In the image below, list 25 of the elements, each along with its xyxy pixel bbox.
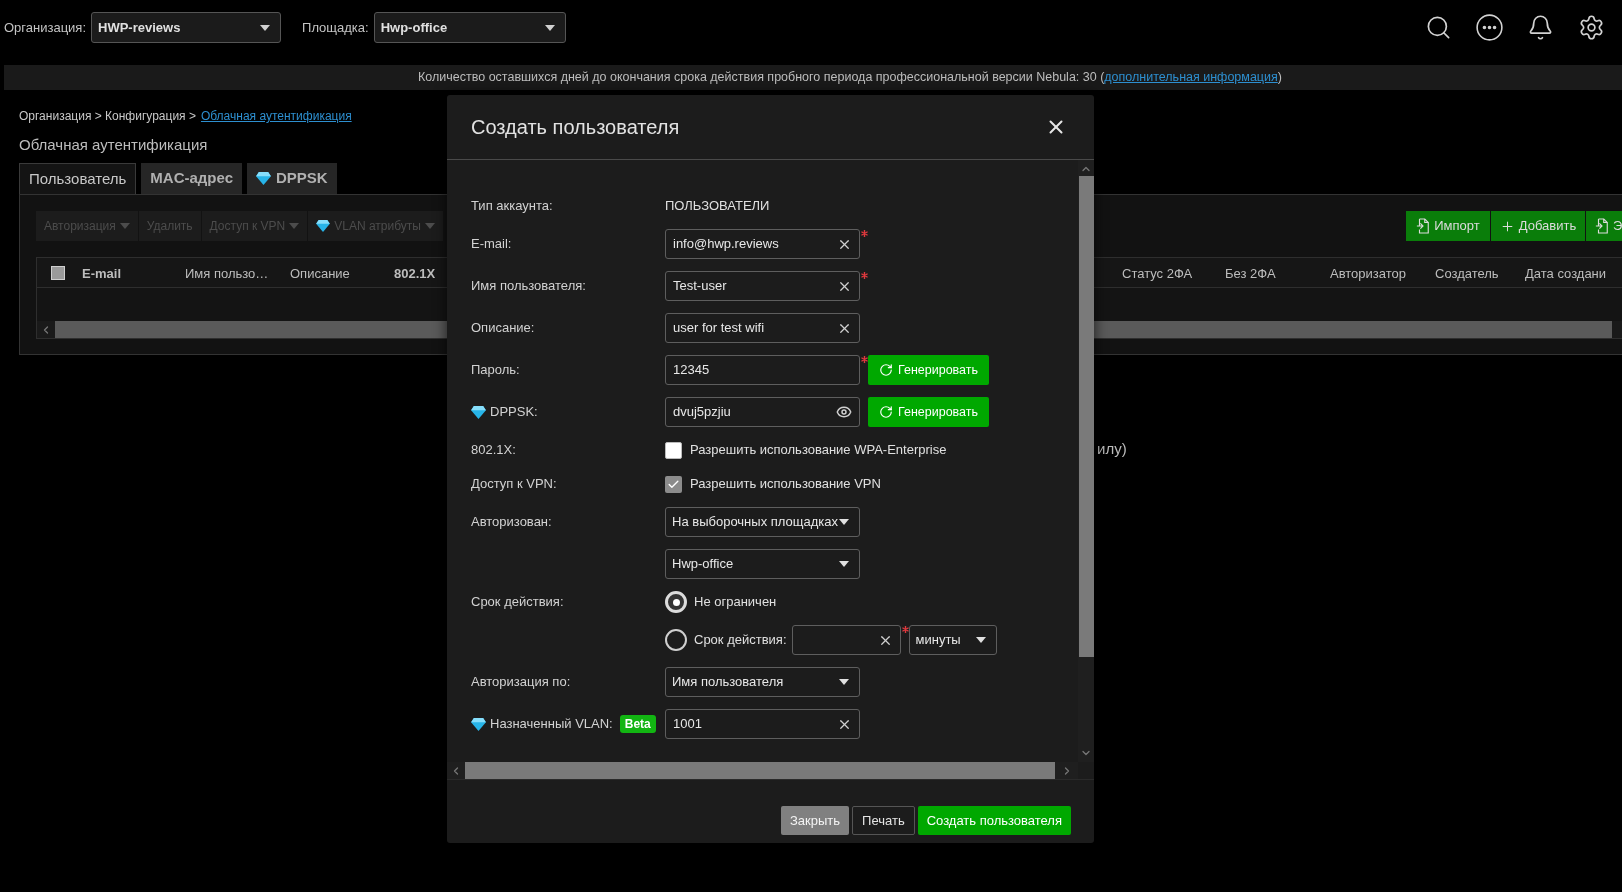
- beta-badge: Beta: [619, 715, 656, 733]
- trial-notice: Количество оставшихся дней до окончания срока действия пробного периода профессиональной версии Nebula: 30 (дополнительная информация): [418, 69, 1282, 87]
- field-label: Имя пользователя:: [471, 277, 586, 296]
- field-label: 802.1X:: [471, 441, 516, 460]
- field-label: DPPSK:: [490, 403, 538, 422]
- checkbox-label: Разрешить использование WPA-Enterprise: [690, 441, 947, 460]
- field-label: Доступ к VPN:: [471, 475, 557, 494]
- radio-label: Срок действия:: [694, 631, 787, 650]
- field-label: Авторизация по:: [471, 673, 571, 692]
- field-label: Описание:: [471, 319, 535, 338]
- field-label: Пароль:: [471, 361, 520, 380]
- dialog-title: Создать пользователя: [471, 115, 680, 140]
- radio-label: Не ограничен: [694, 593, 777, 612]
- organization-label: Организация:: [4, 18, 87, 37]
- field-label: Авторизован:: [471, 513, 552, 532]
- note-text: илу): [1097, 440, 1127, 457]
- checkbox-label: Разрешить использование VPN: [690, 475, 881, 494]
- field-label: Тип аккаунта:: [471, 197, 553, 216]
- site-label: Площадка:: [302, 18, 369, 37]
- page-title: Облачная аутентификация: [19, 135, 209, 155]
- field-label: Назначенный VLAN:: [490, 715, 613, 734]
- breadcrumb: Организация > Конфигурация > Облачная аутентификация: [19, 108, 353, 123]
- field-label: Срок действия:: [471, 593, 564, 612]
- field-label: E-mail:: [471, 235, 512, 254]
- account-type-value: ПОЛЬЗОВАТЕЛИ: [665, 197, 770, 216]
